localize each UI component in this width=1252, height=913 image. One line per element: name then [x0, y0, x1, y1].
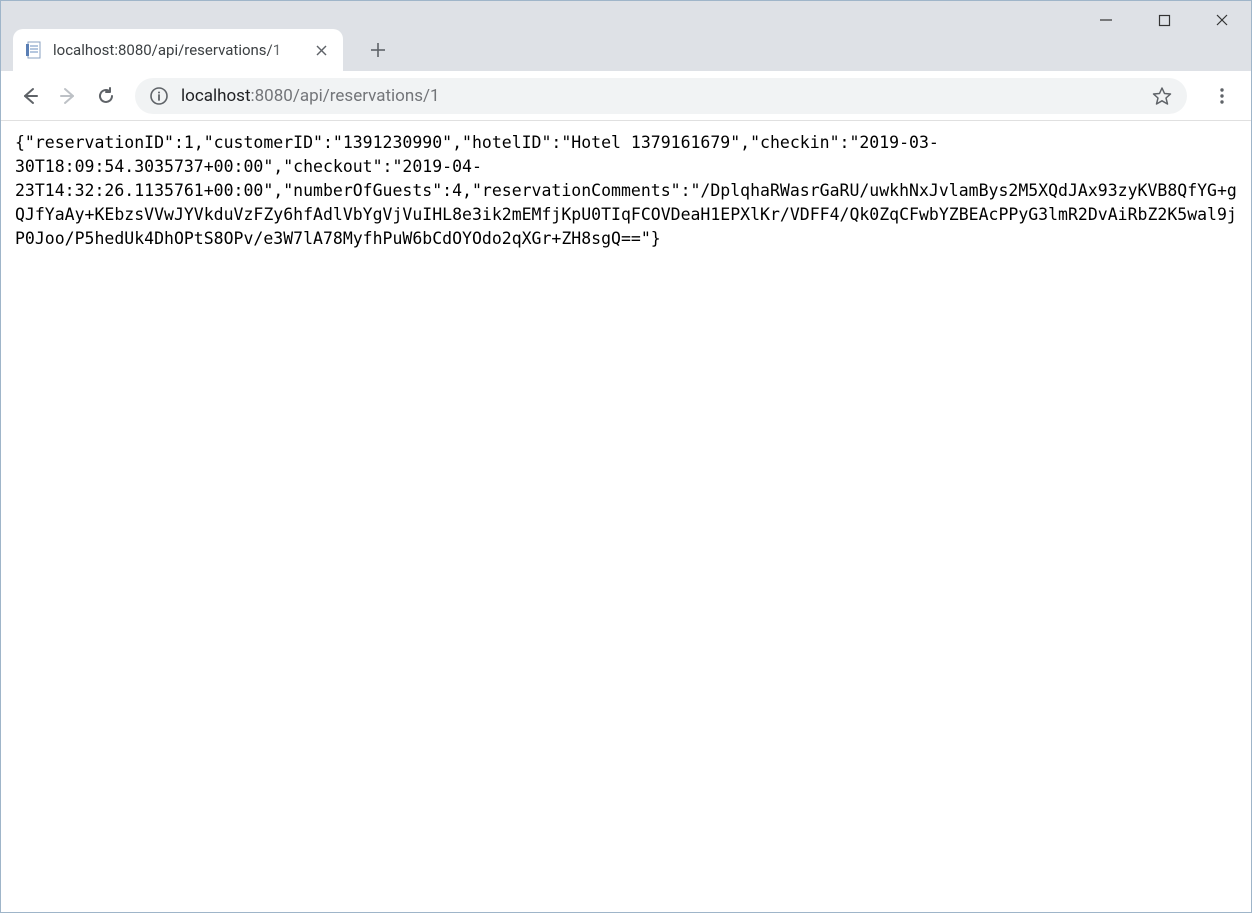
window-controls — [1077, 1, 1251, 39]
back-button[interactable] — [11, 77, 49, 115]
url-host: localhost — [181, 86, 251, 106]
minimize-button[interactable] — [1077, 1, 1135, 39]
title-bar: localhost:8080/api/reservations/1 — [1, 1, 1251, 71]
toolbar: localhost:8080/api/reservations/1 — [1, 71, 1251, 121]
url-text: localhost:8080/api/reservations/1 — [181, 86, 1151, 106]
tab-strip: localhost:8080/api/reservations/1 — [1, 21, 395, 71]
new-tab-button[interactable] — [361, 33, 395, 67]
forward-button[interactable] — [49, 77, 87, 115]
bookmark-star-icon[interactable] — [1151, 85, 1173, 107]
browser-tab[interactable]: localhost:8080/api/reservations/1 — [13, 29, 343, 71]
address-bar[interactable]: localhost:8080/api/reservations/1 — [135, 78, 1187, 114]
reload-button[interactable] — [87, 77, 125, 115]
close-button[interactable] — [1193, 1, 1251, 39]
maximize-button[interactable] — [1135, 1, 1193, 39]
tab-close-button[interactable] — [311, 40, 331, 60]
page-favicon — [25, 41, 43, 59]
site-info-icon[interactable] — [149, 86, 169, 106]
menu-button[interactable] — [1203, 77, 1241, 115]
tab-title: localhost:8080/api/reservations/1 — [53, 41, 307, 59]
page-content: {"reservationID":1,"customerID":"1391230… — [1, 121, 1251, 261]
url-path: :8080/api/reservations/1 — [251, 86, 440, 106]
